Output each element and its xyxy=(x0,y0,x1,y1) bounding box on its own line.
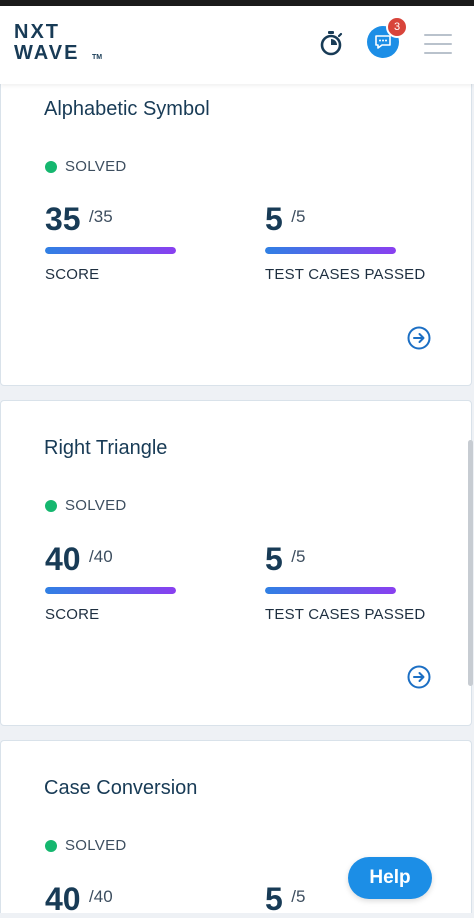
score-total: /35 xyxy=(89,207,113,226)
test-cases-progress-bar xyxy=(265,587,396,594)
arrow-right-circle-icon[interactable] xyxy=(407,326,431,350)
test-cases-total: /5 xyxy=(291,547,306,566)
card-title: Right Triangle xyxy=(44,437,168,459)
card-title: Case Conversion xyxy=(44,777,198,799)
test-cases-progress-bar xyxy=(265,247,396,254)
score-stat: 40 /40 SCORE xyxy=(45,541,225,623)
score-value: 35 xyxy=(45,201,81,237)
card-title: Alphabetic Symbol xyxy=(44,98,210,120)
test-cases-progress-fill xyxy=(265,247,396,254)
vertical-scrollbar[interactable] xyxy=(468,440,473,686)
chat-notification-badge: 3 xyxy=(386,16,408,38)
help-button[interactable]: Help xyxy=(348,857,432,899)
test-cases-value: 5 xyxy=(265,541,283,577)
status-indicator: SOLVED xyxy=(45,837,127,854)
nxtwave-logo[interactable]: NXT WAVE TM xyxy=(14,22,114,70)
logo-line-1: NXT xyxy=(14,21,60,43)
score-progress-fill xyxy=(45,587,176,594)
score-progress-bar xyxy=(45,587,176,594)
score-progress-fill xyxy=(45,247,176,254)
test-cases-label: TEST CASES PASSED xyxy=(265,606,426,623)
score-value: 40 xyxy=(45,881,81,917)
hamburger-menu-icon[interactable] xyxy=(424,34,452,56)
score-label: SCORE xyxy=(45,606,100,623)
score-label: SCORE xyxy=(45,266,100,283)
test-cases-total: /5 xyxy=(291,207,306,226)
test-cases-value: 5 xyxy=(265,881,283,917)
app-header: NXT WAVE TM 3 xyxy=(0,6,474,84)
problem-card[interactable]: Alphabetic Symbol SOLVED 35 /35 SCORE 5 … xyxy=(0,60,472,386)
status-label: SOLVED xyxy=(65,158,127,175)
status-label: SOLVED xyxy=(65,497,127,514)
solved-dot-icon xyxy=(45,499,57,512)
status-indicator: SOLVED xyxy=(45,158,127,175)
logo-line-2: WAVE xyxy=(14,42,80,64)
score-stat: 40 /40 xyxy=(45,881,225,918)
status-label: SOLVED xyxy=(65,837,127,854)
score-progress-bar xyxy=(45,247,176,254)
logo-trademark: TM xyxy=(92,54,103,61)
score-stat: 35 /35 SCORE xyxy=(45,201,225,283)
test-cases-total: /5 xyxy=(291,887,306,906)
stopwatch-icon[interactable] xyxy=(318,30,344,56)
test-cases-stat: 5 /5 TEST CASES PASSED xyxy=(265,541,445,623)
arrow-right-circle-icon[interactable] xyxy=(407,665,431,689)
test-cases-value: 5 xyxy=(265,201,283,237)
test-cases-progress-fill xyxy=(265,587,396,594)
score-value: 40 xyxy=(45,541,81,577)
score-total: /40 xyxy=(89,887,113,906)
solved-dot-icon xyxy=(45,160,57,173)
test-cases-label: TEST CASES PASSED xyxy=(265,266,426,283)
score-total: /40 xyxy=(89,547,113,566)
problem-card[interactable]: Right Triangle SOLVED 40 /40 SCORE 5 /5 … xyxy=(0,400,472,726)
status-indicator: SOLVED xyxy=(45,497,127,514)
solved-dot-icon xyxy=(45,839,57,852)
test-cases-stat: 5 /5 TEST CASES PASSED xyxy=(265,201,445,283)
